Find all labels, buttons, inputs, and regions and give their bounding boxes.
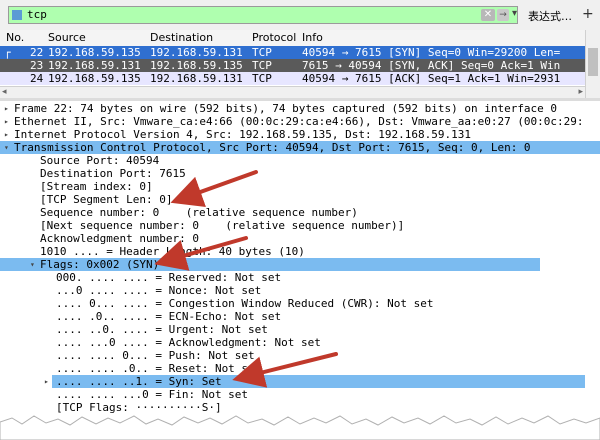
annotation-overlay — [154, 170, 338, 388]
annotation-arrow — [154, 236, 248, 271]
torn-edge — [0, 415, 600, 440]
wireshark-window: tcp ✕ → ▾ 表达式… + No. Source Destination … — [0, 0, 600, 440]
annotation-arrow — [170, 170, 258, 207]
annotation-arrow — [232, 352, 338, 388]
